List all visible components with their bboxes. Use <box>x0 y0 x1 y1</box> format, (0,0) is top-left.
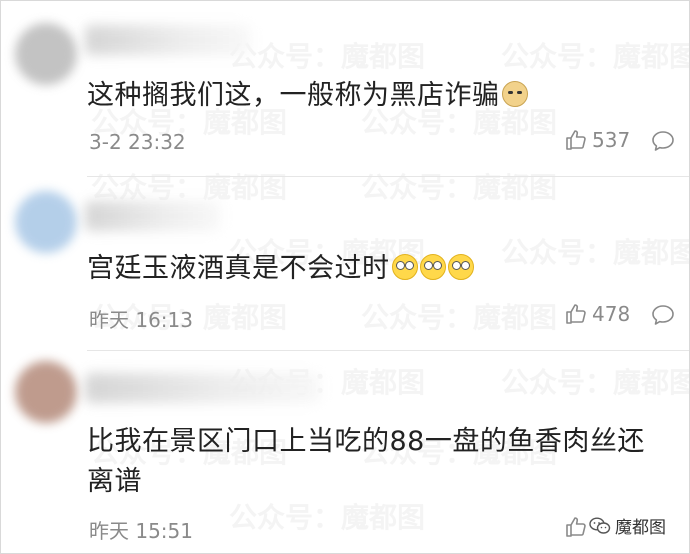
comment-text-line: 离谱 <box>87 466 142 497</box>
comment-timestamp: 昨天 16:13 <box>89 308 193 332</box>
like-button[interactable]: 478 <box>564 302 630 326</box>
comment-timestamp: 3-2 23:32 <box>89 130 186 154</box>
avatar[interactable] <box>15 361 77 423</box>
comment-timestamp: 昨天 15:51 <box>89 519 193 543</box>
username-redacted[interactable] <box>85 25 250 55</box>
like-button[interactable] <box>564 515 588 539</box>
thumbs-up-icon <box>566 304 586 324</box>
flushed-emoji-icon <box>447 254 474 280</box>
comment-text-line: 比我在景区门口上当吃的88一盘的鱼香肉丝还 <box>87 426 645 457</box>
comment-text: 宫廷玉液酒真是不会过时 <box>87 249 669 289</box>
brand-label: 魔都图 <box>615 518 666 538</box>
comment-text: 这种搁我们这，一般称为黑店诈骗 <box>87 76 669 116</box>
flushed-emoji-icon <box>419 254 446 280</box>
comment-text-content: 宫廷玉液酒真是不会过时 <box>87 253 390 284</box>
like-button[interactable]: 537 <box>564 128 630 152</box>
like-count: 537 <box>592 128 631 152</box>
reply-button[interactable] <box>651 304 675 326</box>
avatar[interactable] <box>15 23 77 85</box>
avatar[interactable] <box>15 191 77 253</box>
comment-item: 比我在景区门口上当吃的88一盘的鱼香肉丝还 离谱 昨天 15:51 <box>1 351 689 553</box>
comment-text: 比我在景区门口上当吃的88一盘的鱼香肉丝还 离谱 <box>87 422 669 502</box>
flushed-emoji-icon <box>391 254 418 280</box>
comment-text-content: 这种搁我们这，一般称为黑店诈骗 <box>87 80 500 111</box>
comment-item: 这种搁我们这，一般称为黑店诈骗 3-2 23:32 537 <box>1 1 689 171</box>
like-count: 478 <box>592 302 631 326</box>
comment-list: 公众号：魔都图 公众号：魔都图 公众号：魔都图 公众号：魔都图 公众号：魔都图 … <box>0 0 690 554</box>
wechat-logo-icon <box>589 516 611 534</box>
username-redacted[interactable] <box>85 373 320 403</box>
dog-emoji-icon <box>501 81 528 107</box>
comment-bubble-icon <box>652 131 674 151</box>
reply-button[interactable] <box>651 130 675 152</box>
thumbs-up-icon <box>566 130 586 150</box>
thumbs-up-icon <box>566 517 586 537</box>
brand-watermark: 魔都图 <box>589 513 666 538</box>
username-redacted[interactable] <box>85 201 220 231</box>
comment-bubble-icon <box>652 305 674 325</box>
comment-item: 宫廷玉液酒真是不会过时 昨天 16:13 478 <box>1 177 689 347</box>
